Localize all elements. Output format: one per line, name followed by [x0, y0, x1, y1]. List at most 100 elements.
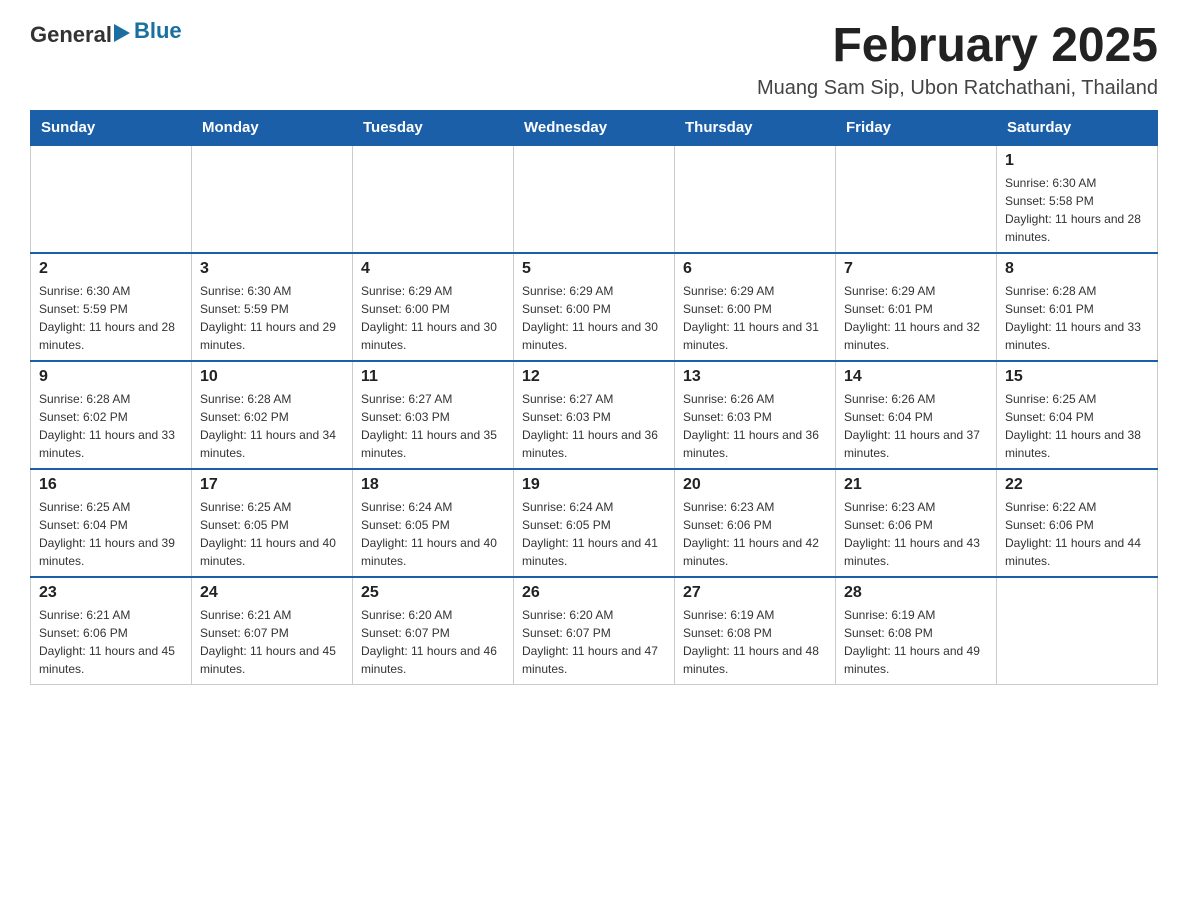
- logo-arrow-icon: [114, 22, 134, 44]
- day-info: Sunrise: 6:30 AMSunset: 5:59 PMDaylight:…: [200, 282, 344, 354]
- day-number: 27: [683, 584, 827, 602]
- calendar-cell: [997, 577, 1158, 685]
- day-info: Sunrise: 6:26 AMSunset: 6:03 PMDaylight:…: [683, 390, 827, 462]
- day-info: Sunrise: 6:27 AMSunset: 6:03 PMDaylight:…: [361, 390, 505, 462]
- calendar-cell: 16 Sunrise: 6:25 AMSunset: 6:04 PMDayligh…: [31, 469, 192, 577]
- calendar-cell: 26Sunrise: 6:20 AMSunset: 6:07 PMDayligh…: [514, 577, 675, 685]
- day-info: Sunrise: 6:30 AMSunset: 5:58 PMDaylight:…: [1005, 174, 1149, 246]
- calendar-cell: 27Sunrise: 6:19 AMSunset: 6:08 PMDayligh…: [675, 577, 836, 685]
- calendar-cell: 23 Sunrise: 6:21 AMSunset: 6:06 PMDayligh…: [31, 577, 192, 685]
- day-number: 3: [200, 260, 344, 278]
- calendar-cell: 17 Sunrise: 6:25 AMSunset: 6:05 PMDayligh…: [192, 469, 353, 577]
- day-info: Sunrise: 6:28 AMSunset: 6:02 PMDaylight:…: [39, 390, 183, 462]
- day-info: Sunrise: 6:23 AMSunset: 6:06 PMDaylight:…: [844, 498, 988, 570]
- calendar-cell: 21 Sunrise: 6:23 AMSunset: 6:06 PMDayligh…: [836, 469, 997, 577]
- day-info: Sunrise: 6:29 AMSunset: 6:00 PMDaylight:…: [683, 282, 827, 354]
- calendar-cell: 13 Sunrise: 6:26 AMSunset: 6:03 PMDayligh…: [675, 361, 836, 469]
- header: General Blue February 2025 Muang Sam Sip…: [30, 20, 1158, 100]
- day-number: 23: [39, 584, 183, 602]
- week-row-0: 1Sunrise: 6:30 AMSunset: 5:58 PMDaylight…: [31, 145, 1158, 253]
- month-year-title: February 2025: [757, 20, 1158, 73]
- day-number: 9: [39, 368, 183, 386]
- calendar-cell: 10 Sunrise: 6:28 AMSunset: 6:02 PMDayligh…: [192, 361, 353, 469]
- day-number: 28: [844, 584, 988, 602]
- day-info: Sunrise: 6:29 AMSunset: 6:00 PMDaylight:…: [522, 282, 666, 354]
- day-number: 4: [361, 260, 505, 278]
- calendar-body: 1Sunrise: 6:30 AMSunset: 5:58 PMDaylight…: [31, 145, 1158, 685]
- calendar-cell: 7Sunrise: 6:29 AMSunset: 6:01 PMDaylight…: [836, 253, 997, 361]
- calendar-cell: [31, 145, 192, 253]
- day-number: 7: [844, 260, 988, 278]
- day-number: 17: [200, 476, 344, 494]
- calendar-cell: 15Sunrise: 6:25 AMSunset: 6:04 PMDayligh…: [997, 361, 1158, 469]
- day-number: 16: [39, 476, 183, 494]
- calendar-cell: 1Sunrise: 6:30 AMSunset: 5:58 PMDaylight…: [997, 145, 1158, 253]
- days-of-week-row: SundayMondayTuesdayWednesdayThursdayFrid…: [31, 110, 1158, 145]
- calendar-cell: 14 Sunrise: 6:26 AMSunset: 6:04 PMDayligh…: [836, 361, 997, 469]
- header-saturday: Saturday: [997, 110, 1158, 145]
- day-number: 21: [844, 476, 988, 494]
- day-number: 14: [844, 368, 988, 386]
- calendar-cell: 5 Sunrise: 6:29 AMSunset: 6:00 PMDaylight…: [514, 253, 675, 361]
- calendar-cell: 6 Sunrise: 6:29 AMSunset: 6:00 PMDaylight…: [675, 253, 836, 361]
- day-info: Sunrise: 6:24 AMSunset: 6:05 PMDaylight:…: [522, 498, 666, 570]
- header-wednesday: Wednesday: [514, 110, 675, 145]
- day-info: Sunrise: 6:25 AMSunset: 6:04 PMDaylight:…: [1005, 390, 1149, 462]
- day-info: Sunrise: 6:20 AMSunset: 6:07 PMDaylight:…: [361, 606, 505, 678]
- day-info: Sunrise: 6:30 AMSunset: 5:59 PMDaylight:…: [39, 282, 183, 354]
- calendar-cell: 9 Sunrise: 6:28 AMSunset: 6:02 PMDaylight…: [31, 361, 192, 469]
- day-info: Sunrise: 6:25 AMSunset: 6:05 PMDaylight:…: [200, 498, 344, 570]
- calendar-cell: 8Sunrise: 6:28 AMSunset: 6:01 PMDaylight…: [997, 253, 1158, 361]
- logo-blue-text: Blue: [134, 18, 182, 44]
- calendar-cell: 19 Sunrise: 6:24 AMSunset: 6:05 PMDayligh…: [514, 469, 675, 577]
- day-info: Sunrise: 6:25 AMSunset: 6:04 PMDaylight:…: [39, 498, 183, 570]
- logo: General Blue: [30, 20, 182, 49]
- day-info: Sunrise: 6:22 AMSunset: 6:06 PMDaylight:…: [1005, 498, 1149, 570]
- header-sunday: Sunday: [31, 110, 192, 145]
- day-number: 10: [200, 368, 344, 386]
- calendar-cell: [353, 145, 514, 253]
- calendar-cell: [836, 145, 997, 253]
- calendar-cell: 12Sunrise: 6:27 AMSunset: 6:03 PMDayligh…: [514, 361, 675, 469]
- calendar-cell: 20 Sunrise: 6:23 AMSunset: 6:06 PMDayligh…: [675, 469, 836, 577]
- day-number: 19: [522, 476, 666, 494]
- day-info: Sunrise: 6:29 AMSunset: 6:00 PMDaylight:…: [361, 282, 505, 354]
- day-info: Sunrise: 6:21 AMSunset: 6:06 PMDaylight:…: [39, 606, 183, 678]
- logo-general-text: General: [30, 22, 112, 48]
- day-number: 22: [1005, 476, 1149, 494]
- day-number: 6: [683, 260, 827, 278]
- calendar-cell: 4 Sunrise: 6:29 AMSunset: 6:00 PMDaylight…: [353, 253, 514, 361]
- day-info: Sunrise: 6:28 AMSunset: 6:02 PMDaylight:…: [200, 390, 344, 462]
- calendar-cell: 24 Sunrise: 6:21 AMSunset: 6:07 PMDayligh…: [192, 577, 353, 685]
- day-number: 11: [361, 368, 505, 386]
- header-tuesday: Tuesday: [353, 110, 514, 145]
- header-monday: Monday: [192, 110, 353, 145]
- day-number: 26: [522, 584, 666, 602]
- day-info: Sunrise: 6:24 AMSunset: 6:05 PMDaylight:…: [361, 498, 505, 570]
- day-number: 13: [683, 368, 827, 386]
- calendar-header: SundayMondayTuesdayWednesdayThursdayFrid…: [31, 110, 1158, 145]
- calendar-cell: 25 Sunrise: 6:20 AMSunset: 6:07 PMDayligh…: [353, 577, 514, 685]
- calendar-cell: 18Sunrise: 6:24 AMSunset: 6:05 PMDayligh…: [353, 469, 514, 577]
- calendar-cell: 11 Sunrise: 6:27 AMSunset: 6:03 PMDayligh…: [353, 361, 514, 469]
- week-row-2: 9 Sunrise: 6:28 AMSunset: 6:02 PMDaylight…: [31, 361, 1158, 469]
- day-info: Sunrise: 6:21 AMSunset: 6:07 PMDaylight:…: [200, 606, 344, 678]
- day-number: 20: [683, 476, 827, 494]
- day-info: Sunrise: 6:23 AMSunset: 6:06 PMDaylight:…: [683, 498, 827, 570]
- calendar-cell: [192, 145, 353, 253]
- day-number: 25: [361, 584, 505, 602]
- week-row-4: 23 Sunrise: 6:21 AMSunset: 6:06 PMDayligh…: [31, 577, 1158, 685]
- day-info: Sunrise: 6:26 AMSunset: 6:04 PMDaylight:…: [844, 390, 988, 462]
- header-friday: Friday: [836, 110, 997, 145]
- day-number: 2: [39, 260, 183, 278]
- day-info: Sunrise: 6:19 AMSunset: 6:08 PMDaylight:…: [844, 606, 988, 678]
- calendar-cell: 3 Sunrise: 6:30 AMSunset: 5:59 PMDaylight…: [192, 253, 353, 361]
- title-area: February 2025 Muang Sam Sip, Ubon Ratcha…: [757, 20, 1158, 100]
- calendar-table: SundayMondayTuesdayWednesdayThursdayFrid…: [30, 110, 1158, 685]
- week-row-1: 2 Sunrise: 6:30 AMSunset: 5:59 PMDaylight…: [31, 253, 1158, 361]
- day-number: 24: [200, 584, 344, 602]
- day-number: 5: [522, 260, 666, 278]
- calendar-cell: 2 Sunrise: 6:30 AMSunset: 5:59 PMDaylight…: [31, 253, 192, 361]
- header-thursday: Thursday: [675, 110, 836, 145]
- calendar-cell: 22 Sunrise: 6:22 AMSunset: 6:06 PMDayligh…: [997, 469, 1158, 577]
